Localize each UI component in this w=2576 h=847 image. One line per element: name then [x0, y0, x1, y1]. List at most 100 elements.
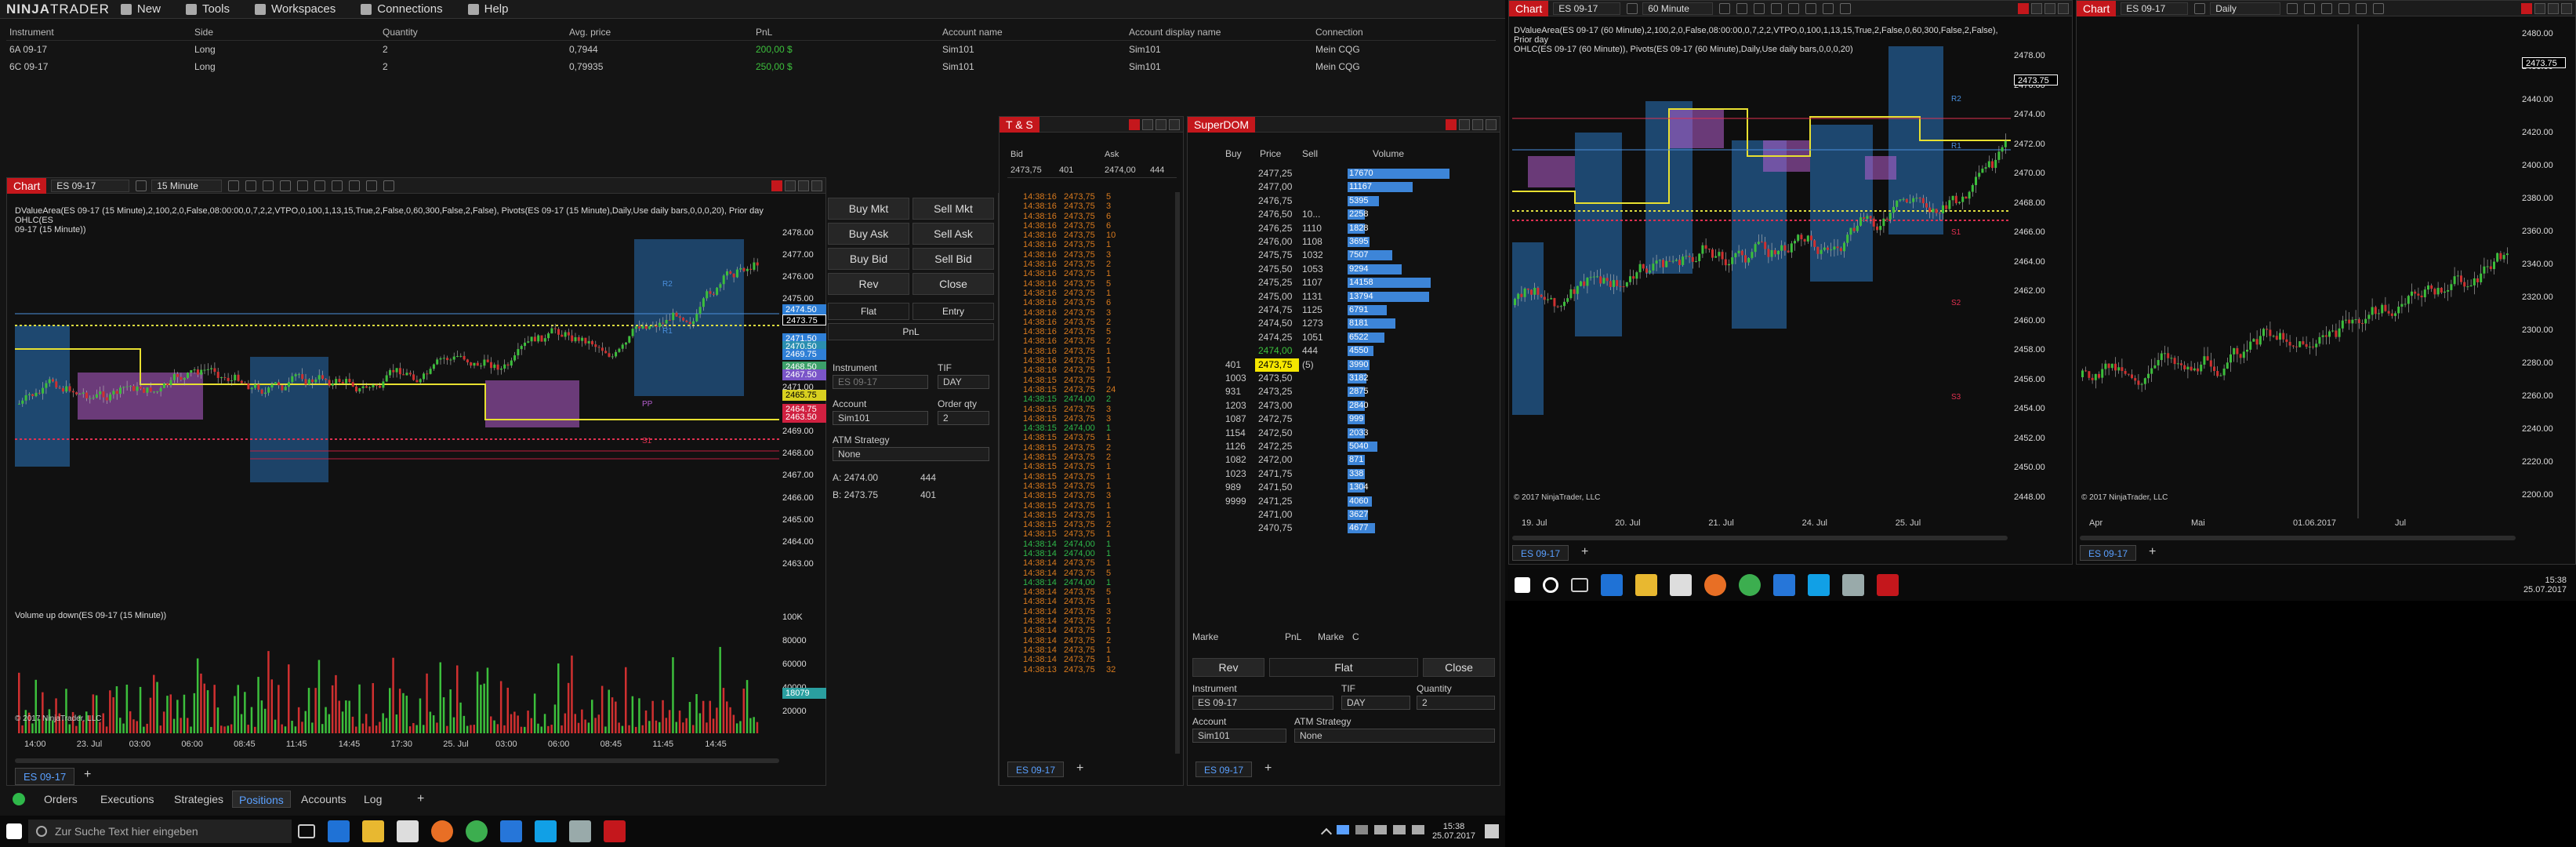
dom-row[interactable]: 1087 2472,75 999	[1222, 413, 1449, 426]
list-icon[interactable]	[383, 180, 395, 191]
dom-row[interactable]: 2474,50 1273 8181	[1222, 317, 1449, 330]
col-avg-price[interactable]: Avg. price	[569, 27, 756, 38]
dom-row[interactable]: 931 2473,25 2875	[1222, 385, 1449, 398]
properties-icon[interactable]	[349, 180, 361, 191]
menu-help[interactable]: Help	[467, 2, 508, 16]
menu-new[interactable]: New	[120, 2, 161, 16]
tif-select[interactable]: DAY	[938, 375, 989, 389]
firefox-icon[interactable]	[431, 820, 453, 842]
task-view-icon[interactable]	[298, 824, 315, 838]
bar-type-icon[interactable]	[228, 180, 240, 191]
dom-row[interactable]: 2476,50 10... 2258	[1222, 208, 1449, 221]
account-select[interactable]: Sim101	[833, 411, 928, 425]
dom-row[interactable]: 2477,25 17670	[1222, 167, 1449, 180]
app-icon[interactable]	[500, 820, 522, 842]
search-icon[interactable]	[2194, 2, 2206, 14]
maximize-button[interactable]	[2044, 2, 2055, 14]
network-icon[interactable]	[1373, 825, 1387, 834]
horizontal-scrollbar[interactable]	[1512, 536, 2008, 540]
dom-row[interactable]: 2475,50 1053 9294	[1222, 263, 1449, 276]
col-pnl[interactable]: PnL	[756, 27, 942, 38]
tab-positions[interactable]: Positions	[232, 791, 291, 808]
dom-row[interactable]: 2476,25 1110 1828	[1222, 222, 1449, 235]
tab-accounts[interactable]: Accounts	[295, 791, 353, 808]
col-account-name[interactable]: Account name	[942, 27, 1129, 38]
col-account-display-name[interactable]: Account display name	[1129, 27, 1315, 38]
price-axis[interactable]: 2478.002476.002474.002472.002470.002468.…	[2011, 46, 2070, 517]
store-icon[interactable]	[397, 820, 419, 842]
minimize-button[interactable]	[785, 180, 796, 191]
ts-trade-list[interactable]: 14:38:16 2473,75 5 14:38:16 2473,75 3 14:38:16…	[1000, 192, 1174, 757]
zoom-in-icon[interactable]	[2321, 2, 2333, 14]
col-connection[interactable]: Connection	[1315, 27, 1496, 38]
windows-start-icon[interactable]	[6, 823, 22, 839]
link-color-button[interactable]	[2018, 2, 2029, 14]
interval-selector[interactable]: Daily	[2210, 2, 2281, 15]
indicators-icon[interactable]	[1805, 2, 1817, 14]
indicators-icon[interactable]	[2373, 2, 2385, 14]
chart-tab-es[interactable]: ES 09-17	[1512, 545, 1569, 561]
maximize-button[interactable]	[1156, 118, 1166, 130]
dom-tif-select[interactable]: DAY	[1341, 696, 1410, 710]
chart-tab-es[interactable]: ES 09-17	[2080, 545, 2137, 561]
add-tab-button[interactable]: +	[411, 791, 430, 808]
zoom-out-icon[interactable]	[280, 180, 292, 191]
zoom-out-icon[interactable]	[2338, 2, 2350, 14]
dom-reverse-button[interactable]: Rev	[1192, 658, 1264, 677]
explorer-icon[interactable]	[362, 820, 384, 842]
maximize-button[interactable]	[1472, 118, 1483, 130]
ninjatrader-taskbar-icon[interactable]	[604, 820, 626, 842]
dom-row[interactable]: 1003 2473,50 3182	[1222, 372, 1449, 385]
tab-strategies[interactable]: Strategies	[168, 791, 230, 808]
dropbox-icon[interactable]	[1336, 825, 1349, 834]
table-row[interactable]: 6A 09-17 Long 2 0,7944 200,00 $ Sim101 S…	[6, 41, 1496, 58]
snapshot-icon[interactable]	[366, 180, 378, 191]
maximize-button[interactable]	[798, 180, 809, 191]
instrument-selector[interactable]: ES 09-17	[2121, 2, 2189, 15]
clock-main[interactable]: 15:38 25.07.2017	[1432, 822, 1475, 841]
link-color-button[interactable]	[2521, 2, 2532, 14]
task-view-icon[interactable]	[1571, 578, 1588, 592]
time-axis[interactable]: 19. Jul 20. Jul 21. Jul 24. Jul 25. Jul	[1512, 518, 2011, 533]
explorer-icon[interactable]	[1635, 574, 1657, 596]
zoom-in-icon[interactable]	[1754, 2, 1765, 14]
add-chart-tab-button[interactable]: +	[1581, 545, 1588, 559]
add-chart-tab-button[interactable]: +	[84, 768, 91, 782]
onedrive-icon[interactable]	[1355, 825, 1368, 834]
dom-row[interactable]: 9999 2471,25 4060	[1222, 495, 1449, 508]
tab-executions[interactable]: Executions	[94, 791, 160, 808]
dom-market-buy-button[interactable]: Marke	[1192, 631, 1218, 642]
zoom-out-icon[interactable]	[1771, 2, 1783, 14]
dom-row[interactable]: 1126 2472,25 5040	[1222, 440, 1449, 453]
chrome-icon[interactable]	[466, 820, 488, 842]
network-app-icon[interactable]	[569, 820, 591, 842]
dom-ladder[interactable]: 2477,25 17670 2477,00 11167 2476,75 5395 2476,…	[1188, 167, 1501, 543]
time-axis[interactable]: Apr Mai 01.06.2017 Jul	[2080, 518, 2519, 533]
dom-row[interactable]: 2474,75 1125 6791	[1222, 304, 1449, 317]
close-button[interactable]	[2058, 2, 2069, 14]
indicators-icon[interactable]	[314, 180, 326, 191]
dom-account-select[interactable]: Sim101	[1192, 729, 1286, 743]
data-box-icon[interactable]	[2356, 2, 2367, 14]
tray-expand-icon[interactable]	[1320, 827, 1333, 840]
instrument-select[interactable]: ES 09-17	[833, 375, 928, 389]
zoom-in-icon[interactable]	[263, 180, 274, 191]
dom-row[interactable]: 2477,00 11167	[1222, 180, 1449, 194]
minimize-button[interactable]	[2031, 2, 2042, 14]
dom-row[interactable]: 1023 2471,75 338	[1222, 467, 1449, 481]
price-panel[interactable]: R2 R1 S1 S2 S3	[1512, 46, 2011, 517]
col-quantity[interactable]: Quantity	[383, 27, 569, 38]
menu-workspaces[interactable]: Workspaces	[254, 2, 336, 16]
sell-market-button[interactable]: Sell Mkt	[912, 198, 994, 220]
edge-icon[interactable]	[1601, 574, 1623, 596]
keyboard-icon[interactable]	[1411, 825, 1424, 834]
store-icon[interactable]	[1670, 574, 1692, 596]
minimize-button[interactable]	[2534, 2, 2545, 14]
interval-selector[interactable]: 60 Minute	[1642, 2, 1714, 15]
close-position-button[interactable]: Close	[912, 273, 994, 295]
price-panel[interactable]	[2080, 24, 2519, 518]
dom-atm-select[interactable]: None	[1294, 729, 1495, 743]
skype-icon[interactable]	[535, 820, 557, 842]
dom-row[interactable]: 2471,00 3627	[1222, 508, 1449, 522]
dom-tab-es[interactable]: ES 09-17	[1195, 762, 1253, 777]
